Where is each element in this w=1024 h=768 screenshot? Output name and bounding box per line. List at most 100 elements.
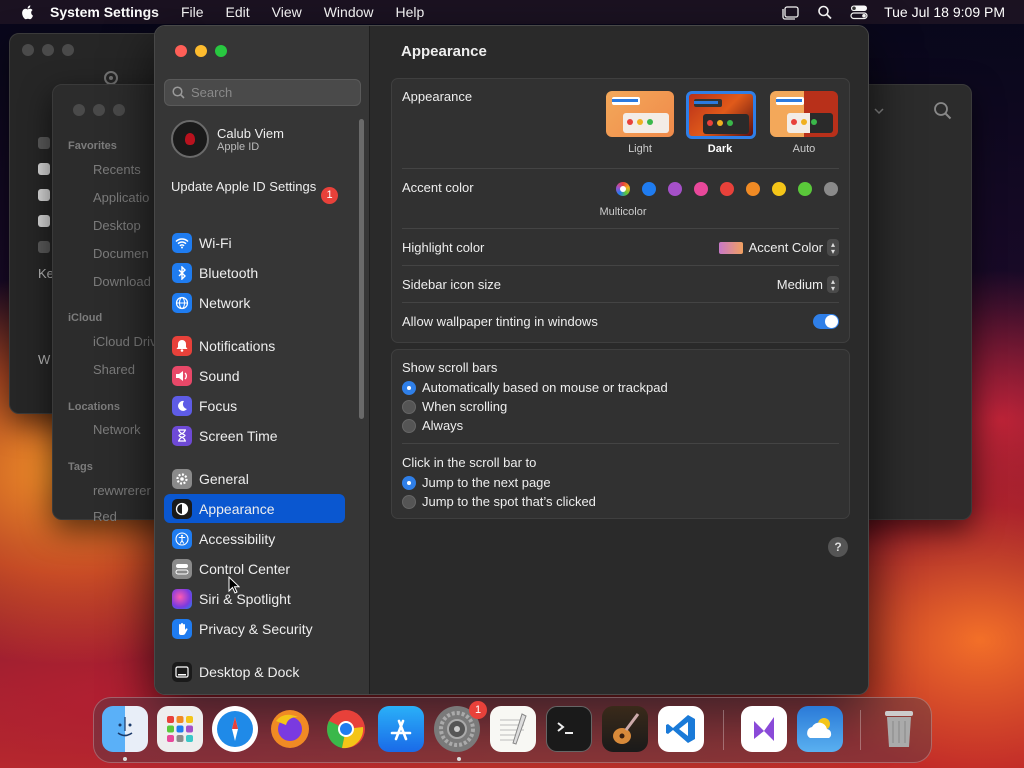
file-menu[interactable]: File bbox=[181, 4, 204, 20]
search-field[interactable] bbox=[164, 79, 361, 106]
siri-icon bbox=[172, 588, 192, 609]
vscode-icon[interactable] bbox=[658, 706, 704, 752]
help-button[interactable]: ? bbox=[828, 537, 848, 557]
accent-graphite-swatch[interactable] bbox=[824, 182, 838, 196]
dock-separator bbox=[860, 710, 861, 750]
app-menu[interactable]: System Settings bbox=[50, 4, 159, 20]
chrome-icon[interactable] bbox=[323, 706, 369, 752]
update-apple-id-settings[interactable]: Update Apple ID Settings bbox=[171, 179, 321, 195]
finder-icon[interactable] bbox=[102, 706, 148, 752]
appearance-option-light[interactable] bbox=[606, 91, 674, 137]
highlight-color-popup[interactable]: Accent Color ▴ ▾ bbox=[718, 239, 839, 256]
sidebar-item-focus[interactable]: Focus bbox=[164, 391, 345, 420]
checkbox[interactable] bbox=[38, 241, 50, 253]
sidebar-item-general[interactable]: General bbox=[164, 464, 345, 493]
sidebar-item-tag[interactable]: rewwrerer bbox=[93, 483, 151, 498]
profile-name: Calub Viem bbox=[217, 125, 284, 141]
radio-button[interactable] bbox=[402, 418, 416, 433]
sidebar-item-wifi[interactable]: Wi-Fi bbox=[164, 228, 345, 257]
search-icon[interactable] bbox=[933, 101, 953, 121]
radio-button-selected[interactable] bbox=[402, 380, 416, 395]
accent-orange-swatch[interactable] bbox=[746, 182, 760, 196]
edit-menu[interactable]: Edit bbox=[226, 4, 250, 20]
accent-multicolor-swatch[interactable] bbox=[616, 182, 630, 196]
sidebar-item-shared[interactable]: Shared bbox=[93, 362, 135, 377]
accessibility-icon bbox=[172, 528, 192, 549]
sidebar-item-network[interactable]: Network bbox=[93, 422, 141, 437]
window-menu[interactable]: Window bbox=[324, 4, 374, 20]
textedit-icon[interactable] bbox=[490, 706, 536, 752]
safari-icon[interactable] bbox=[212, 706, 258, 752]
sidebar-scrollbar[interactable] bbox=[359, 119, 364, 419]
sidebar-item-screen-time[interactable]: Screen Time bbox=[164, 421, 345, 450]
sidebar-item-notifications[interactable]: Notifications bbox=[164, 331, 345, 360]
scroll-bars-automatic-option[interactable]: Automatically based on mouse or trackpad bbox=[402, 380, 668, 395]
radio-button[interactable] bbox=[402, 399, 416, 414]
sidebar-item-recents[interactable]: Recents bbox=[93, 162, 141, 177]
sidebar-item-siri-spotlight[interactable]: Siri & Spotlight bbox=[164, 584, 345, 613]
accent-red-swatch[interactable] bbox=[720, 182, 734, 196]
minimize-button[interactable] bbox=[195, 45, 207, 57]
appearance-option-auto[interactable] bbox=[770, 91, 838, 137]
close-button[interactable] bbox=[175, 45, 187, 57]
apple-menu-icon[interactable] bbox=[20, 4, 36, 20]
menu-clock[interactable]: Tue Jul 18 9:09 PM bbox=[884, 4, 1005, 20]
checkbox[interactable] bbox=[38, 137, 50, 149]
sidebar-item-documents[interactable]: Documen bbox=[93, 246, 149, 261]
control-center-menu-icon[interactable] bbox=[850, 4, 868, 20]
garageband-icon[interactable] bbox=[602, 706, 648, 752]
spotlight-search-icon[interactable] bbox=[816, 4, 834, 20]
sidebar-icon-size-popup[interactable]: Medium ▴ ▾ bbox=[777, 276, 839, 293]
scroll-bars-always-option[interactable]: Always bbox=[402, 418, 463, 433]
jump-to-spot-option[interactable]: Jump to the spot that’s clicked bbox=[402, 494, 596, 509]
sidebar-item-sound[interactable]: Sound bbox=[164, 361, 345, 390]
hourglass-icon bbox=[172, 425, 192, 446]
launchpad-icon[interactable] bbox=[157, 706, 203, 752]
search-input[interactable] bbox=[191, 85, 351, 100]
checkbox[interactable] bbox=[38, 163, 50, 175]
sidebar-item-desktop-dock[interactable]: Desktop & Dock bbox=[164, 657, 345, 686]
sidebar-item-appearance[interactable]: Appearance bbox=[164, 494, 345, 523]
radio-button-selected[interactable] bbox=[402, 475, 416, 490]
view-menu[interactable]: View bbox=[272, 4, 302, 20]
jump-next-page-option[interactable]: Jump to the next page bbox=[402, 475, 551, 490]
accent-purple-swatch[interactable] bbox=[668, 182, 682, 196]
accent-yellow-swatch[interactable] bbox=[772, 182, 786, 196]
sidebar-item-tag[interactable]: Red bbox=[93, 509, 117, 524]
appearance-pane: Appearance Appearance Light Dark Auto Ac… bbox=[371, 26, 868, 694]
divider bbox=[402, 168, 839, 169]
sidebar-item-desktop[interactable]: Desktop bbox=[93, 218, 141, 233]
app-store-icon[interactable] bbox=[378, 706, 424, 752]
sidebar-item-bluetooth[interactable]: Bluetooth bbox=[164, 258, 345, 287]
terminal-icon[interactable] bbox=[546, 706, 592, 752]
help-menu[interactable]: Help bbox=[396, 4, 425, 20]
chevron-down-icon[interactable] bbox=[873, 105, 885, 117]
apple-id-profile[interactable]: Calub Viem Apple ID bbox=[171, 120, 284, 158]
visual-studio-icon[interactable] bbox=[741, 706, 787, 752]
sidebar-item-privacy-security[interactable]: Privacy & Security bbox=[164, 614, 345, 643]
moon-icon bbox=[172, 395, 192, 416]
zoom-button[interactable] bbox=[215, 45, 227, 57]
radio-button[interactable] bbox=[402, 494, 416, 509]
sidebar-item-accessibility[interactable]: Accessibility bbox=[164, 524, 345, 553]
mouse-cursor-icon bbox=[228, 576, 240, 594]
checkbox[interactable] bbox=[38, 189, 50, 201]
trash-icon[interactable] bbox=[876, 706, 922, 752]
accent-green-swatch[interactable] bbox=[798, 182, 812, 196]
stage-manager-icon[interactable] bbox=[782, 4, 800, 20]
wallpaper-tinting-toggle[interactable] bbox=[813, 314, 839, 329]
firefox-icon[interactable] bbox=[267, 706, 313, 752]
scroll-bars-when-scrolling-option[interactable]: When scrolling bbox=[402, 399, 507, 414]
checkbox[interactable] bbox=[38, 215, 50, 227]
accent-pink-swatch[interactable] bbox=[694, 182, 708, 196]
sidebar-item-applications[interactable]: Applicatio bbox=[93, 190, 149, 205]
weather-icon[interactable] bbox=[797, 706, 843, 752]
settings-sidebar: Calub Viem Apple ID Update Apple ID Sett… bbox=[155, 26, 370, 694]
sidebar-item-downloads[interactable]: Download bbox=[93, 274, 151, 289]
accent-blue-swatch[interactable] bbox=[642, 182, 656, 196]
appearance-option-dark[interactable] bbox=[686, 91, 756, 139]
sidebar-item-network[interactable]: Network bbox=[164, 288, 345, 317]
sidebar-item-icloud-drive[interactable]: iCloud Driv bbox=[93, 334, 157, 349]
sidebar-item-control-center[interactable]: Control Center bbox=[164, 554, 345, 583]
dock-separator bbox=[723, 710, 724, 750]
